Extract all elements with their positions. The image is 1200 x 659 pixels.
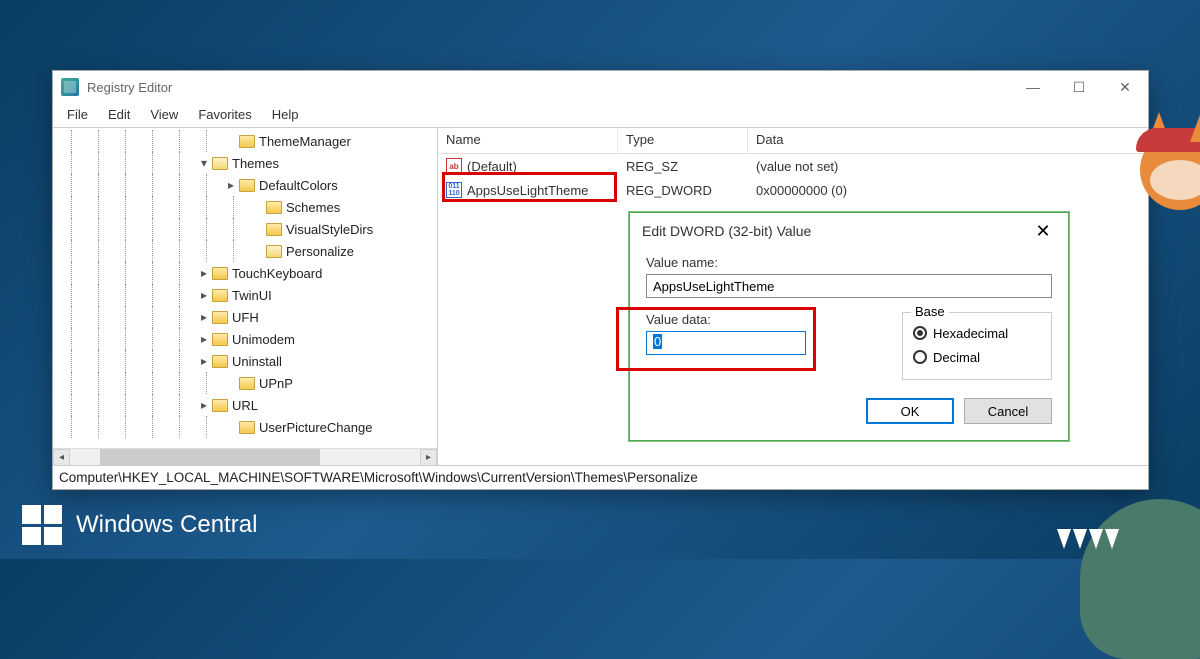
tree-item-userpicturechange[interactable]: UserPictureChange <box>53 416 437 438</box>
status-bar: Computer\HKEY_LOCAL_MACHINE\SOFTWARE\Mic… <box>53 465 1148 489</box>
tree-item-upnp[interactable]: UPnP <box>53 372 437 394</box>
folder-icon <box>239 179 255 192</box>
regedit-icon <box>61 78 79 96</box>
tree-item-themes[interactable]: ▾ Themes <box>53 152 437 174</box>
tree-label: Uninstall <box>232 354 282 369</box>
tree-label: UFH <box>232 310 259 325</box>
list-header: Name Type Data <box>438 128 1148 154</box>
expander-icon[interactable]: ▸ <box>197 266 211 280</box>
folder-icon <box>212 157 228 170</box>
folder-icon <box>239 421 255 434</box>
dialog-titlebar[interactable]: Edit DWORD (32-bit) Value ✕ <box>630 213 1068 249</box>
expander-icon[interactable]: ▸ <box>197 398 211 412</box>
tree-label: DefaultColors <box>259 178 338 193</box>
expander-icon[interactable]: ▾ <box>197 156 211 170</box>
scroll-right-icon[interactable]: ▸ <box>420 449 437 465</box>
radio-hexadecimal[interactable]: Hexadecimal <box>913 321 1041 345</box>
window-title: Registry Editor <box>87 80 1010 95</box>
tree-item-schemes[interactable]: Schemes <box>53 196 437 218</box>
folder-icon <box>266 245 282 258</box>
value-data-input[interactable]: 0 <box>646 331 806 355</box>
tree-item-uninstall[interactable]: ▸ Uninstall <box>53 350 437 372</box>
menu-help[interactable]: Help <box>262 104 309 125</box>
tree-item-defaultcolors[interactable]: ▸ DefaultColors <box>53 174 437 196</box>
ok-button[interactable]: OK <box>866 398 954 424</box>
tree-item-ufh[interactable]: ▸ UFH <box>53 306 437 328</box>
tree-label: Unimodem <box>232 332 295 347</box>
windows-logo-icon <box>22 505 62 545</box>
folder-icon <box>239 377 255 390</box>
dialog-title: Edit DWORD (32-bit) Value <box>642 223 1030 239</box>
tree-label: UPnP <box>259 376 293 391</box>
tree-label: TouchKeyboard <box>232 266 322 281</box>
dino-mascot <box>1000 419 1200 619</box>
value-data-label: Value data: <box>646 312 878 327</box>
value-name-input[interactable] <box>646 274 1052 298</box>
close-button[interactable]: ✕ <box>1102 71 1148 103</box>
expander-icon[interactable]: ▸ <box>197 354 211 368</box>
tree-label: Themes <box>232 156 279 171</box>
edit-dword-dialog: Edit DWORD (32-bit) Value ✕ Value name: … <box>629 212 1069 441</box>
maximize-button[interactable]: ☐ <box>1056 71 1102 103</box>
folder-icon <box>239 135 255 148</box>
watermark-text: Windows Central <box>76 511 257 539</box>
menu-edit[interactable]: Edit <box>98 104 140 125</box>
value-name-label: Value name: <box>646 255 1052 270</box>
tree-item-url[interactable]: ▸ URL <box>53 394 437 416</box>
tree-item-personalize[interactable]: Personalize <box>53 240 437 262</box>
tree-label: URL <box>232 398 258 413</box>
folder-icon <box>266 223 282 236</box>
tree-label: TwinUI <box>232 288 272 303</box>
string-value-icon: ab <box>446 158 462 174</box>
radio-decimal[interactable]: Decimal <box>913 345 1041 369</box>
menu-favorites[interactable]: Favorites <box>188 104 261 125</box>
folder-icon <box>212 399 228 412</box>
scrollbar-thumb[interactable] <box>100 449 320 465</box>
dword-value-icon: 011110 <box>446 182 462 198</box>
tree-label: Personalize <box>286 244 354 259</box>
folder-icon <box>212 289 228 302</box>
col-type[interactable]: Type <box>618 128 748 153</box>
fox-mascot <box>1140 130 1200 300</box>
tree-label: UserPictureChange <box>259 420 372 435</box>
status-path: Computer\HKEY_LOCAL_MACHINE\SOFTWARE\Mic… <box>59 470 698 485</box>
tree-item-touchkeyboard[interactable]: ▸ TouchKeyboard <box>53 262 437 284</box>
scroll-left-icon[interactable]: ◂ <box>53 449 70 465</box>
tree-item-thememanager[interactable]: ThemeManager <box>53 130 437 152</box>
expander-icon[interactable]: ▸ <box>197 310 211 324</box>
titlebar[interactable]: Registry Editor — ☐ ✕ <box>53 71 1148 103</box>
folder-icon <box>212 267 228 280</box>
tree-label: Schemes <box>286 200 340 215</box>
list-row-appsuselighttheme[interactable]: 011110AppsUseLightTheme REG_DWORD 0x0000… <box>438 178 1148 202</box>
horizontal-scrollbar[interactable]: ◂ ▸ <box>53 448 437 465</box>
base-legend: Base <box>911 304 949 319</box>
expander-icon[interactable]: ▸ <box>197 332 211 346</box>
base-fieldset: Base Hexadecimal Decimal <box>902 312 1052 380</box>
tree-item-unimodem[interactable]: ▸ Unimodem <box>53 328 437 350</box>
expander-icon[interactable]: ▸ <box>197 288 211 302</box>
menu-view[interactable]: View <box>140 104 188 125</box>
folder-icon <box>266 201 282 214</box>
menubar: File Edit View Favorites Help <box>53 103 1148 127</box>
menu-file[interactable]: File <box>57 104 98 125</box>
tree-label: ThemeManager <box>259 134 351 149</box>
tree-item-visualstyledirs[interactable]: VisualStyleDirs <box>53 218 437 240</box>
list-row-default[interactable]: ab(Default) REG_SZ (value not set) <box>438 154 1148 178</box>
expander-icon[interactable]: ▸ <box>224 178 238 192</box>
minimize-button[interactable]: — <box>1010 71 1056 103</box>
folder-icon <box>212 333 228 346</box>
col-data[interactable]: Data <box>748 128 1148 153</box>
tree-label: VisualStyleDirs <box>286 222 373 237</box>
tree-item-twinui[interactable]: ▸ TwinUI <box>53 284 437 306</box>
watermark: Windows Central <box>22 505 257 545</box>
dialog-close-button[interactable]: ✕ <box>1030 218 1056 244</box>
folder-icon <box>212 311 228 324</box>
col-name[interactable]: Name <box>438 128 618 153</box>
folder-icon <box>212 355 228 368</box>
tree-pane[interactable]: ThemeManager ▾ Themes ▸ DefaultColors Schemes… <box>53 128 438 465</box>
